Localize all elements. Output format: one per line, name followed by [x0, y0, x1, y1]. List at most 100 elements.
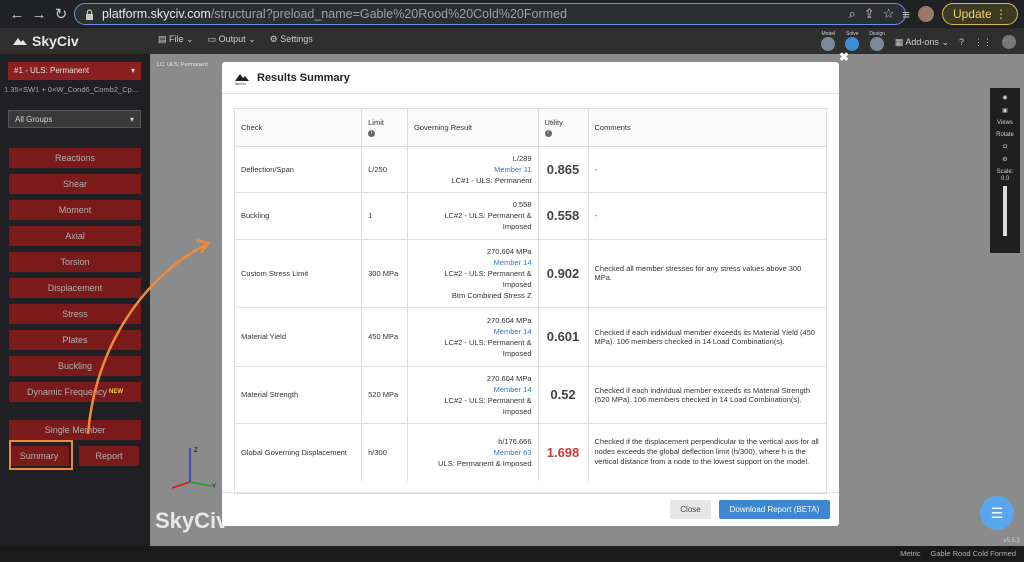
- check-cell: Global Governing Displacement: [235, 423, 363, 481]
- scale-label: Scale:: [996, 169, 1014, 175]
- displacement-button[interactable]: Displacement: [9, 278, 141, 298]
- dynamic-frequency-button[interactable]: Dynamic Frequency NEW: [9, 382, 141, 402]
- modal-header: SkyCiv Results Summary: [222, 62, 839, 94]
- status-bar: Metric Gable Rood Cold Formed: [0, 546, 1024, 562]
- app-logo: SkyCiv: [12, 33, 79, 49]
- browser-toolbar: ← → ↻ platform.skyciv.com/structural?pre…: [0, 0, 1024, 28]
- eye-icon[interactable]: ◉: [990, 94, 1020, 101]
- shear-button[interactable]: Shear: [9, 174, 141, 194]
- moment-button[interactable]: Moment: [9, 200, 141, 220]
- header-comments: Comments: [588, 109, 826, 147]
- member-link[interactable]: Member 14: [414, 384, 532, 395]
- comment-cell: Checked if each individual member exceed…: [588, 307, 826, 367]
- modal-title: Results Summary: [257, 71, 350, 84]
- single-member-button[interactable]: Single Member: [9, 420, 141, 440]
- search-icon[interactable]: ⌕: [849, 6, 856, 22]
- share-icon[interactable]: ⇪: [864, 6, 875, 22]
- camera-icon[interactable]: ◘: [990, 144, 1020, 150]
- check-cell: Buckling: [235, 192, 363, 240]
- comment-cell: -: [588, 146, 826, 193]
- download-report-button[interactable]: Download Report (BETA): [719, 500, 830, 519]
- summary-highlight-box: [9, 440, 73, 470]
- svg-text:Z: Z: [194, 448, 198, 454]
- lock-icon: [86, 8, 93, 20]
- chat-icon[interactable]: ☰: [980, 496, 1014, 530]
- reload-icon[interactable]: ↻: [50, 5, 72, 23]
- mode-design[interactable]: Design: [869, 31, 885, 53]
- table-row: Material Yield 450 MPa 270.604 MPa Member…: [235, 307, 826, 367]
- url-host: platform.skyciv.com: [102, 7, 211, 21]
- avatar[interactable]: [917, 6, 934, 22]
- check-cell: Custom Stress Limit: [235, 239, 363, 308]
- view-toolbar: ◉ ▣ Views Rotate ◘ ⚙ Scale: 0.0: [990, 88, 1020, 253]
- info-icon[interactable]: i: [368, 129, 376, 137]
- buckling-button[interactable]: Buckling: [9, 356, 141, 376]
- version-label: v5.5.3: [1003, 538, 1020, 544]
- back-icon[interactable]: ←: [6, 6, 28, 23]
- check-cell: Deflection/Span: [235, 146, 363, 193]
- utility-cell: 0.865: [538, 146, 589, 193]
- file-menu[interactable]: ▤ File ⌄: [158, 34, 194, 45]
- load-case-select[interactable]: #1 - ULS: Permanent ▾: [8, 62, 141, 80]
- reading-list-icon[interactable]: ≡: [902, 7, 910, 22]
- settings-icon[interactable]: ⚙: [990, 156, 1020, 163]
- settings-menu[interactable]: ⚙ Settings: [270, 34, 313, 45]
- governing-cell: 270.604 MPa Member 14 LC#2 - ULS: Permanen…: [407, 307, 539, 367]
- address-bar[interactable]: platform.skyciv.com/structural?preload_n…: [74, 3, 906, 25]
- user-avatar[interactable]: [1002, 35, 1016, 49]
- axial-button[interactable]: Axial: [9, 226, 141, 246]
- close-icon[interactable]: ✖: [839, 50, 849, 64]
- addons-menu[interactable]: ▦ Add-ons ⌄: [895, 37, 949, 48]
- results-sidebar: #1 - ULS: Permanent ▾ 1.35×SW1 + 0×W_Cond…: [0, 54, 150, 546]
- member-link[interactable]: Member 14: [414, 257, 532, 268]
- canvas-logo: SkyCiv: [155, 508, 229, 533]
- svg-text:SkyCiv: SkyCiv: [235, 82, 246, 85]
- views-button[interactable]: Views: [990, 120, 1020, 126]
- comment-cell: Checked if the displacement perpendicula…: [594, 437, 819, 467]
- header-governing-result: Governing Result: [407, 109, 539, 147]
- star-icon[interactable]: ☆: [883, 6, 895, 22]
- member-link[interactable]: Member 14: [414, 326, 532, 337]
- table-row: Custom Stress Limit 300 MPa 270.604 MPa M…: [235, 239, 826, 308]
- table-row: Global Governing Displacement h/300 h/17…: [235, 423, 826, 481]
- check-cell: Material Strength: [235, 366, 363, 424]
- app-header: SkyCiv ▤ File ⌄ ▭ Output ⌄ ⚙ Settings Mo…: [0, 28, 1024, 54]
- utility-cell-failing: 1.698: [538, 423, 589, 481]
- table-header-row: Check Limit i Governing Result Utility i C…: [235, 109, 826, 147]
- axes-gizmo-icon: Z Y: [171, 448, 216, 490]
- svg-text:Y: Y: [212, 484, 216, 490]
- help-icon[interactable]: ?: [959, 37, 964, 47]
- url-path: /structural?preload_name=Gable%20Rood%20…: [210, 7, 567, 21]
- plates-button[interactable]: Plates: [9, 330, 141, 350]
- governing-cell: 270.604 MPa Member 14 LC#2 - ULS: Permanen…: [407, 366, 539, 424]
- info-icon[interactable]: i: [544, 129, 552, 137]
- mode-model[interactable]: Model: [821, 31, 836, 53]
- scale-slider[interactable]: [1003, 186, 1007, 236]
- image-icon[interactable]: ▣: [990, 107, 1020, 114]
- torsion-button[interactable]: Torsion: [9, 252, 141, 272]
- close-button[interactable]: Close: [670, 500, 711, 519]
- limit-cell: h/300: [361, 423, 409, 481]
- report-button[interactable]: Report: [79, 446, 139, 466]
- comment-cell: Checked all member stresses for any stre…: [588, 239, 826, 308]
- rotate-button[interactable]: Rotate: [990, 132, 1020, 138]
- scale-value: 0.0: [1000, 176, 1010, 182]
- skyciv-logo-icon: [13, 38, 27, 45]
- member-link[interactable]: Member 63: [414, 447, 532, 458]
- groups-select[interactable]: All Groups ▾: [8, 110, 141, 128]
- limit-cell: 520 MPa: [361, 366, 409, 424]
- reactions-button[interactable]: Reactions: [9, 148, 141, 168]
- output-menu[interactable]: ▭ Output ⌄: [208, 34, 256, 45]
- limit-cell: 300 MPa: [361, 239, 409, 308]
- limit-cell: L/250: [361, 146, 409, 193]
- limit-cell: 1: [361, 192, 409, 240]
- utility-cell: 0.558: [538, 192, 589, 240]
- utility-cell: 0.52: [538, 366, 589, 424]
- governing-cell: L/289 Member 11 LC#1 - ULS: Permanent: [407, 146, 539, 193]
- apps-grid-icon[interactable]: ⋮⋮: [974, 37, 992, 48]
- stress-button[interactable]: Stress: [9, 304, 141, 324]
- update-button[interactable]: Update ⋮: [941, 3, 1018, 25]
- forward-icon[interactable]: →: [28, 6, 50, 23]
- member-link[interactable]: Member 11: [414, 164, 531, 175]
- comment-cell: -: [588, 192, 826, 240]
